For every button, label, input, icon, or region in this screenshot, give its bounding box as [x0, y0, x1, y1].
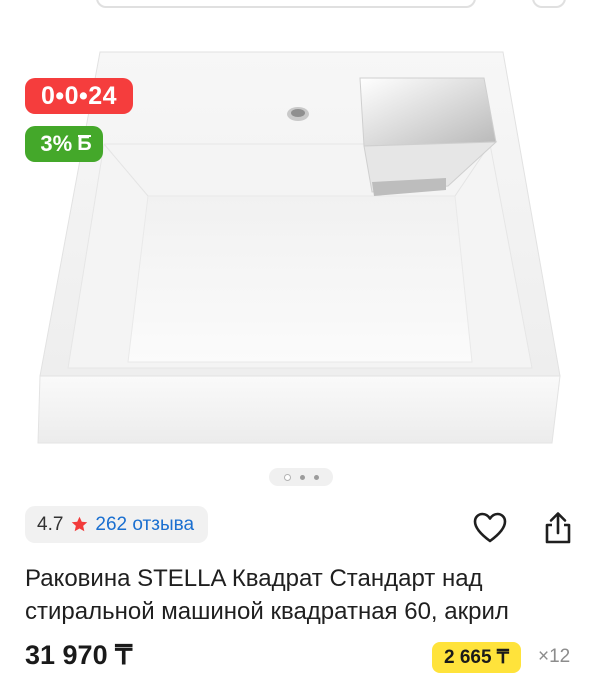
gallery-pager[interactable] — [269, 468, 333, 486]
rating-chip[interactable]: 4.7 262 отзыва — [25, 506, 209, 543]
share-icon — [545, 512, 571, 544]
pager-dot[interactable] — [299, 474, 305, 480]
product-title-line1: Раковина STELLA Квадрат Стандарт над — [25, 565, 483, 592]
pager-dot-active[interactable] — [283, 473, 291, 481]
heart-icon — [473, 512, 507, 543]
installment-months: ×12 — [538, 646, 571, 667]
pager-dot[interactable] — [313, 474, 319, 480]
installment-badge[interactable]: 2 665 ₸ — [432, 642, 521, 673]
product-title: Раковина STELLA Квадрат Стандарт над сти… — [25, 562, 585, 628]
bonus-currency-icon: Б — [77, 132, 92, 155]
share-button[interactable] — [540, 510, 576, 546]
product-gallery[interactable]: 0•0•24 3% Б — [0, 6, 602, 486]
cashback-badge: 3% Б — [25, 126, 103, 162]
product-price: 31 970 ₸ — [25, 640, 133, 670]
reviews-link[interactable]: 262 отзыва — [95, 514, 194, 536]
favorite-button[interactable] — [472, 510, 508, 546]
rating-value: 4.7 — [37, 513, 64, 535]
star-icon — [72, 516, 88, 532]
timer-badge: 0•0•24 — [25, 78, 133, 114]
product-title-line2: стиральной машиной квадратная 60, акрил — [25, 598, 509, 625]
installment-amount: 2 665 ₸ — [444, 647, 509, 668]
cashback-percent: 3% — [40, 131, 73, 156]
